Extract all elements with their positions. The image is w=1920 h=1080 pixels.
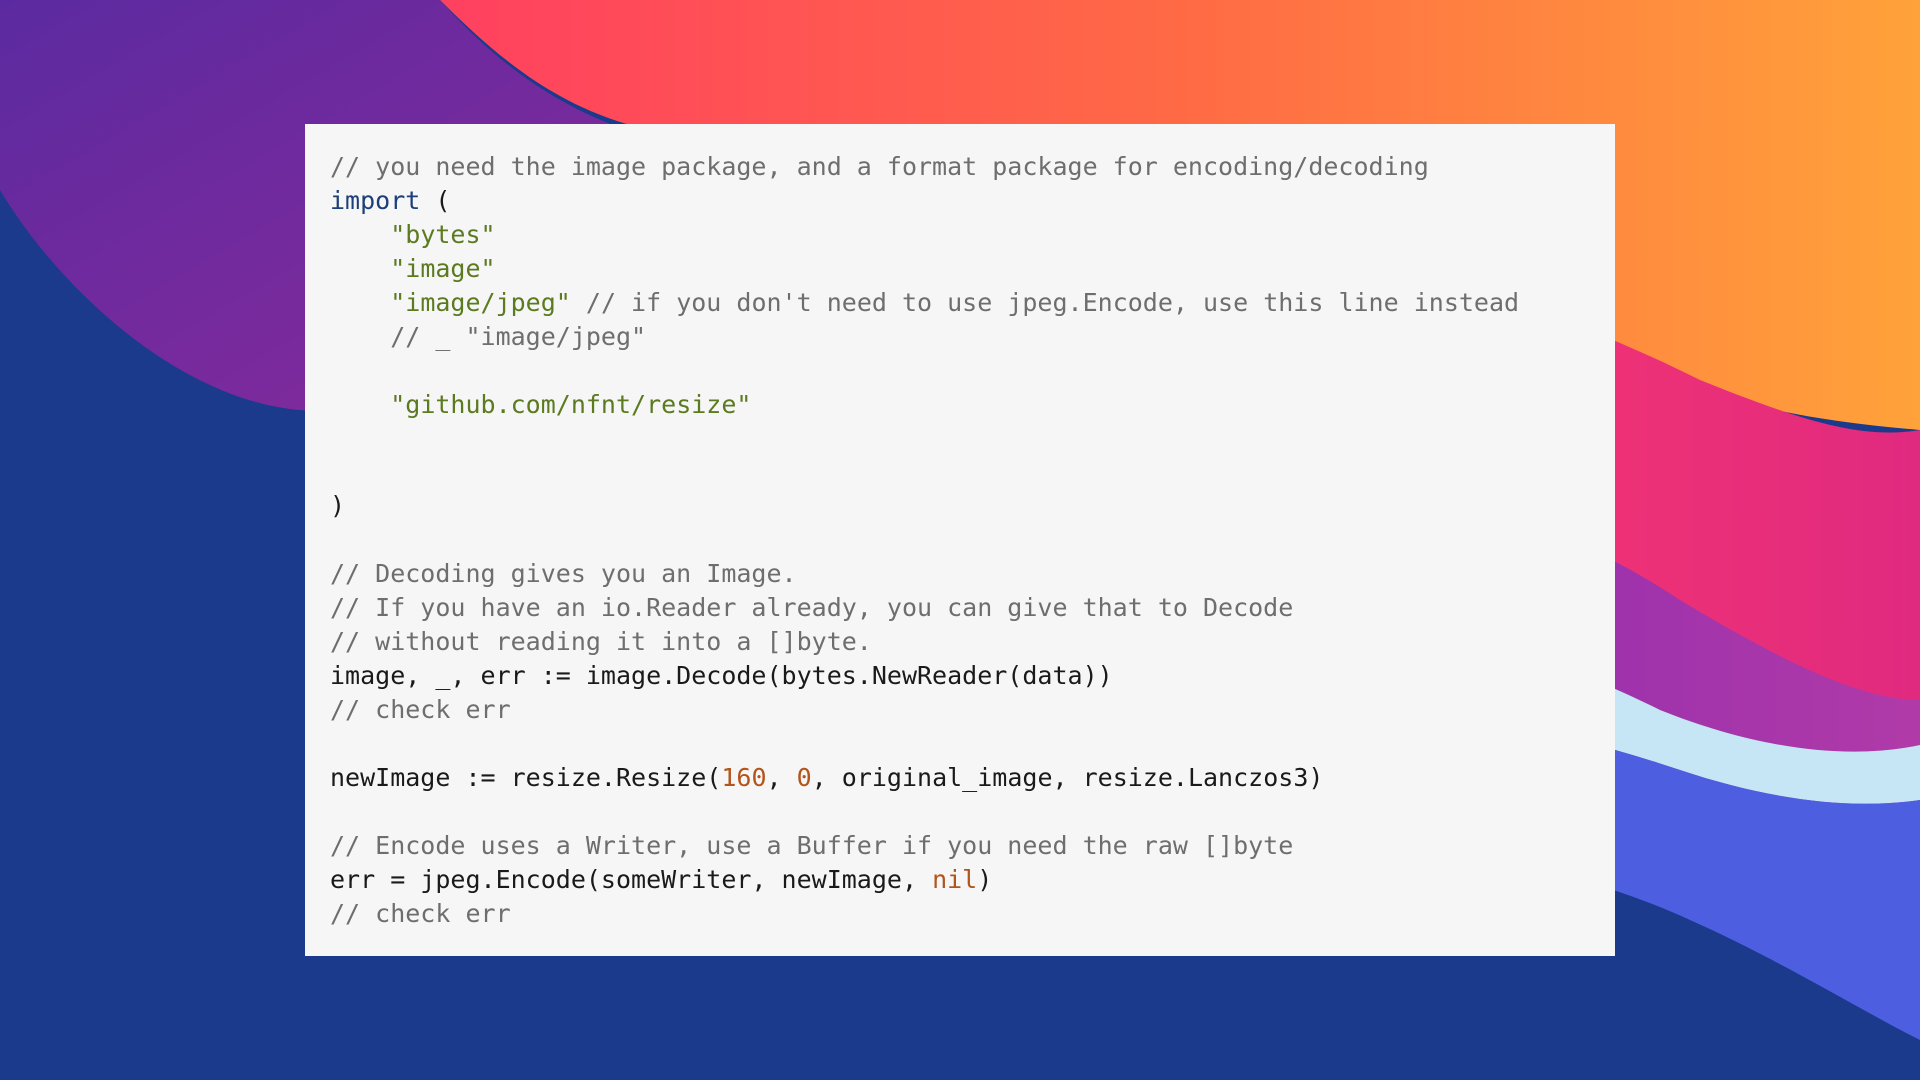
code-line: "image"	[330, 252, 1590, 286]
code-token-string: "bytes"	[390, 220, 496, 249]
code-line: // Encode uses a Writer, use a Buffer if…	[330, 829, 1590, 863]
code-line: "bytes"	[330, 218, 1590, 252]
code-line: import (	[330, 184, 1590, 218]
code-token-comment: // you need the image package, and a for…	[330, 152, 1429, 181]
code-token-comment: // _ "image/jpeg"	[390, 322, 647, 351]
code-token-plain: )	[330, 491, 346, 520]
code-token-comment: // if you don't need to use jpeg.Encode,…	[570, 288, 1520, 317]
code-token-plain: , original_image, resize.Lanczos3)	[811, 763, 1324, 792]
code-token-keyword: import	[330, 186, 421, 215]
code-token-plain: newImage := resize.Resize(	[330, 763, 722, 792]
code-line: "github.com/nfnt/resize"	[330, 388, 1590, 422]
code-token-plain: image, _, err := image.Decode(bytes.NewR…	[330, 661, 1113, 690]
code-block: // you need the image package, and a for…	[330, 150, 1590, 931]
code-line: )	[330, 489, 1590, 523]
code-token-plain: err = jpeg.Encode(someWriter, newImage,	[330, 865, 933, 894]
code-token-comment: // without reading it into a []byte.	[330, 627, 872, 656]
code-token-number: 0	[796, 763, 812, 792]
code-line: // check err	[330, 693, 1590, 727]
code-token-string: "image/jpeg"	[390, 288, 571, 317]
code-line: // you need the image package, and a for…	[330, 150, 1590, 184]
code-token-string: "github.com/nfnt/resize"	[390, 390, 752, 419]
code-token-string: "image"	[390, 254, 496, 283]
code-line: // Decoding gives you an Image.	[330, 557, 1590, 591]
code-line: newImage := resize.Resize(160, 0, origin…	[330, 761, 1590, 795]
code-line: image, _, err := image.Decode(bytes.NewR…	[330, 659, 1590, 693]
code-line: // check err	[330, 897, 1590, 931]
code-line: "image/jpeg" // if you don't need to use…	[330, 286, 1590, 320]
code-token-comment: // check err	[330, 899, 511, 928]
code-card: // you need the image package, and a for…	[305, 124, 1615, 956]
code-token-plain: (	[420, 186, 451, 215]
code-token-number: nil	[932, 865, 978, 894]
code-token-plain: )	[977, 865, 993, 894]
code-line: // _ "image/jpeg"	[330, 320, 1590, 354]
code-token-number: 160	[721, 763, 767, 792]
code-token-plain: ,	[766, 763, 797, 792]
code-line: // If you have an io.Reader already, you…	[330, 591, 1590, 625]
code-token-comment: // check err	[330, 695, 511, 724]
code-line: // without reading it into a []byte.	[330, 625, 1590, 659]
code-line: err = jpeg.Encode(someWriter, newImage, …	[330, 863, 1590, 897]
code-token-comment: // Encode uses a Writer, use a Buffer if…	[330, 831, 1294, 860]
code-token-comment: // If you have an io.Reader already, you…	[330, 593, 1294, 622]
code-token-comment: // Decoding gives you an Image.	[330, 559, 797, 588]
